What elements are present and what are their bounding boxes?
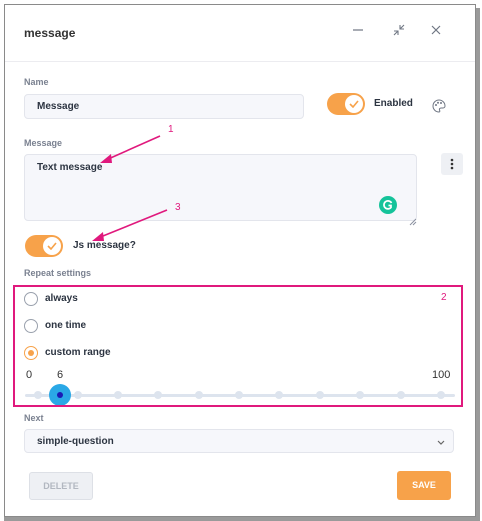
next-select[interactable]: simple-question — [24, 429, 454, 453]
save-button[interactable]: SAVE — [397, 471, 451, 500]
delete-button[interactable]: DELETE — [29, 472, 93, 500]
chevron-down-icon — [437, 438, 445, 449]
next-label: Next — [24, 413, 44, 423]
next-value: simple-question — [37, 436, 114, 447]
